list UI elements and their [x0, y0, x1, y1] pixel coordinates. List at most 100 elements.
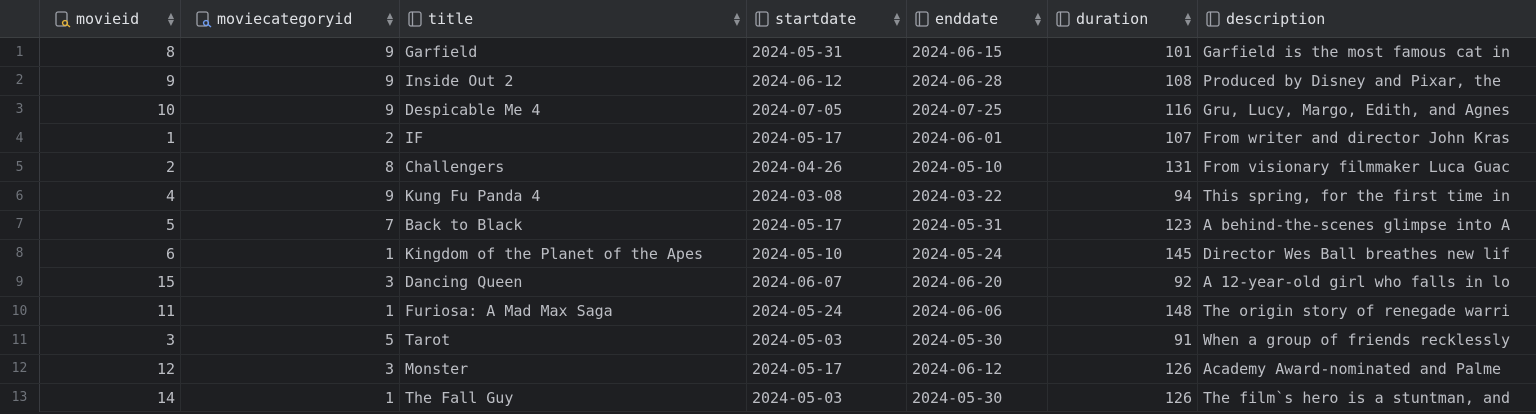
cell-description[interactable]: From writer and director John Kras: [1198, 124, 1536, 152]
sort-icon[interactable]: ▲ ▼: [1035, 12, 1041, 27]
cell-description[interactable]: Garfield is the most famous cat in: [1198, 38, 1536, 66]
cell-title[interactable]: Tarot: [400, 326, 747, 354]
column-header-duration[interactable]: duration ▲ ▼: [1048, 0, 1198, 37]
cell-enddate[interactable]: 2024-05-30: [907, 326, 1048, 354]
cell-moviecategoryid[interactable]: 7: [181, 210, 400, 239]
cell-movieid[interactable]: 3: [40, 326, 181, 354]
column-header-title[interactable]: title ▲ ▼: [400, 0, 747, 37]
sort-icon[interactable]: ▲ ▼: [894, 12, 900, 27]
sort-icon[interactable]: ▲ ▼: [387, 12, 393, 27]
cell-moviecategoryid[interactable]: 9: [181, 38, 400, 66]
cell-description[interactable]: A behind-the-scenes glimpse into A: [1198, 211, 1536, 239]
cell-title[interactable]: IF: [400, 124, 747, 153]
cell-description[interactable]: Director Wes Ball breathes new lif: [1198, 240, 1536, 268]
row-number[interactable]: 12: [0, 354, 40, 383]
cell-startdate[interactable]: 2024-05-31: [747, 38, 907, 66]
cell-enddate[interactable]: 2024-05-24: [907, 239, 1048, 268]
cell-startdate[interactable]: 2024-05-17: [747, 354, 907, 383]
table-row[interactable]: 2 9 9 Inside Out 2 2024-06-12 2024-06-28 108 Pr…: [0, 66, 1536, 96]
cell-moviecategoryid[interactable]: 8: [181, 153, 400, 182]
table-row[interactable]: 6 4 9 Kung Fu Panda 4 2024-03-08 2024-03-22 94…: [0, 182, 1536, 211]
cell-startdate[interactable]: 2024-07-05: [747, 95, 907, 124]
cell-moviecategoryid[interactable]: 3: [181, 354, 400, 383]
cell-description[interactable]: The film`s hero is a stuntman, and: [1198, 384, 1536, 412]
cell-description[interactable]: A 12-year-old girl who falls in lo: [1198, 268, 1536, 296]
cell-duration[interactable]: 92: [1048, 268, 1198, 297]
row-number[interactable]: 4: [0, 124, 40, 153]
row-number[interactable]: 6: [0, 182, 40, 210]
cell-duration[interactable]: 101: [1048, 38, 1198, 66]
cell-enddate[interactable]: 2024-06-20: [907, 268, 1048, 297]
cell-title[interactable]: Garfield: [400, 38, 747, 66]
table-row[interactable]: 11 3 5 Tarot 2024-05-03 2024-05-30 91 When a gr…: [0, 326, 1536, 355]
row-number[interactable]: 5: [0, 153, 40, 182]
row-number[interactable]: 7: [0, 210, 40, 239]
cell-startdate[interactable]: 2024-05-24: [747, 297, 907, 326]
cell-movieid[interactable]: 5: [40, 210, 181, 239]
sort-icon[interactable]: ▲ ▼: [734, 12, 740, 27]
cell-startdate[interactable]: 2024-05-03: [747, 383, 907, 412]
cell-description[interactable]: From visionary filmmaker Luca Guac: [1198, 153, 1536, 181]
cell-startdate[interactable]: 2024-05-10: [747, 239, 907, 268]
cell-moviecategoryid[interactable]: 3: [181, 268, 400, 297]
row-number[interactable]: 13: [0, 383, 40, 412]
table-row[interactable]: 13 14 1 The Fall Guy 2024-05-03 2024-05-30 126…: [0, 383, 1536, 413]
cell-description[interactable]: Gru, Lucy, Margo, Edith, and Agnes: [1198, 96, 1536, 124]
cell-startdate[interactable]: 2024-03-08: [747, 182, 907, 210]
row-number[interactable]: 2: [0, 66, 40, 95]
cell-movieid[interactable]: 1: [40, 124, 181, 153]
cell-duration[interactable]: 94: [1048, 182, 1198, 210]
cell-description[interactable]: Academy Award-nominated and Palme: [1198, 355, 1536, 383]
table-row[interactable]: 4 1 2 IF 2024-05-17 2024-06-01 107 From writer …: [0, 124, 1536, 154]
cell-duration[interactable]: 107: [1048, 124, 1198, 153]
sort-icon[interactable]: ▲ ▼: [168, 12, 174, 27]
cell-movieid[interactable]: 4: [40, 182, 181, 210]
cell-title[interactable]: Challengers: [400, 153, 747, 182]
cell-duration[interactable]: 116: [1048, 95, 1198, 124]
cell-movieid[interactable]: 9: [40, 66, 181, 95]
cell-enddate[interactable]: 2024-06-01: [907, 124, 1048, 153]
table-row[interactable]: 3 10 9 Despicable Me 4 2024-07-05 2024-07-25 1…: [0, 95, 1536, 125]
cell-moviecategoryid[interactable]: 9: [181, 182, 400, 210]
cell-duration[interactable]: 131: [1048, 153, 1198, 182]
table-row[interactable]: 7 5 7 Back to Black 2024-05-17 2024-05-31 123 A…: [0, 210, 1536, 240]
cell-enddate[interactable]: 2024-06-28: [907, 66, 1048, 95]
row-number[interactable]: 8: [0, 239, 40, 268]
column-header-enddate[interactable]: enddate ▲ ▼: [907, 0, 1048, 37]
table-row[interactable]: 1 8 9 Garfield 2024-05-31 2024-06-15 101 Garfie…: [0, 38, 1536, 67]
cell-duration[interactable]: 108: [1048, 66, 1198, 95]
cell-enddate[interactable]: 2024-05-31: [907, 210, 1048, 239]
cell-description[interactable]: Produced by Disney and Pixar, the: [1198, 67, 1536, 95]
cell-description[interactable]: When a group of friends recklessly: [1198, 326, 1536, 354]
cell-title[interactable]: Kingdom of the Planet of the Apes: [400, 239, 747, 268]
cell-startdate[interactable]: 2024-05-17: [747, 210, 907, 239]
cell-enddate[interactable]: 2024-03-22: [907, 182, 1048, 210]
sort-icon[interactable]: ▲ ▼: [1185, 12, 1191, 27]
cell-title[interactable]: Back to Black: [400, 210, 747, 239]
cell-enddate[interactable]: 2024-05-10: [907, 153, 1048, 182]
cell-enddate[interactable]: 2024-06-06: [907, 297, 1048, 326]
cell-movieid[interactable]: 8: [40, 38, 181, 66]
cell-title[interactable]: Inside Out 2: [400, 66, 747, 95]
cell-duration[interactable]: 145: [1048, 239, 1198, 268]
cell-title[interactable]: Kung Fu Panda 4: [400, 182, 747, 210]
cell-moviecategoryid[interactable]: 5: [181, 326, 400, 354]
table-row[interactable]: 9 15 3 Dancing Queen 2024-06-07 2024-06-20 92 A…: [0, 268, 1536, 298]
cell-duration[interactable]: 91: [1048, 326, 1198, 354]
cell-movieid[interactable]: 6: [40, 239, 181, 268]
row-number[interactable]: 11: [0, 326, 40, 354]
table-row[interactable]: 12 12 3 Monster 2024-05-17 2024-06-12 126 Acade…: [0, 354, 1536, 384]
row-number[interactable]: 3: [0, 95, 40, 124]
cell-startdate[interactable]: 2024-06-12: [747, 66, 907, 95]
table-row[interactable]: 5 2 8 Challengers 2024-04-26 2024-05-10 131 Fro…: [0, 153, 1536, 182]
cell-startdate[interactable]: 2024-05-17: [747, 124, 907, 153]
cell-duration[interactable]: 123: [1048, 210, 1198, 239]
row-number[interactable]: 9: [0, 268, 40, 297]
cell-moviecategoryid[interactable]: 9: [181, 66, 400, 95]
cell-moviecategoryid[interactable]: 1: [181, 383, 400, 412]
cell-enddate[interactable]: 2024-06-12: [907, 354, 1048, 383]
table-row[interactable]: 8 6 1 Kingdom of the Planet of the Apes 2024…: [0, 239, 1536, 269]
cell-duration[interactable]: 148: [1048, 297, 1198, 326]
column-header-moviecategoryid[interactable]: moviecategoryid ▲ ▼: [181, 0, 400, 37]
cell-enddate[interactable]: 2024-06-15: [907, 38, 1048, 66]
